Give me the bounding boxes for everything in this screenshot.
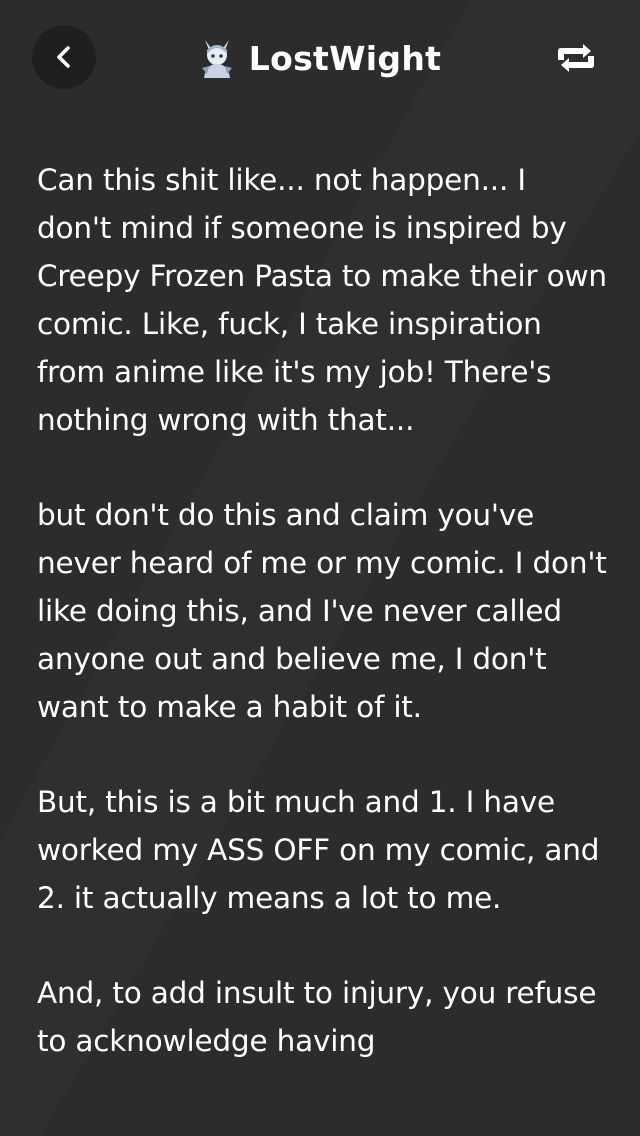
post-body: Can this shit like... not happen... I do… bbox=[37, 156, 607, 1112]
reblog-icon bbox=[558, 44, 594, 72]
avatar-icon bbox=[201, 40, 232, 78]
reblog-button[interactable] bbox=[550, 38, 602, 78]
post-paragraph: And, to add insult to injury, you refuse… bbox=[37, 976, 597, 1058]
post-paragraph: Can this shit like... not happen... I do… bbox=[37, 163, 607, 437]
blog-title-group[interactable]: LostWight bbox=[0, 34, 640, 82]
top-bar: LostWight bbox=[0, 0, 640, 116]
blog-title[interactable]: LostWight bbox=[249, 39, 441, 78]
post-paragraph: but don't do this and claim you've never… bbox=[37, 498, 607, 724]
post-paragraph: But, this is a bit much and 1. I have wo… bbox=[37, 785, 600, 915]
